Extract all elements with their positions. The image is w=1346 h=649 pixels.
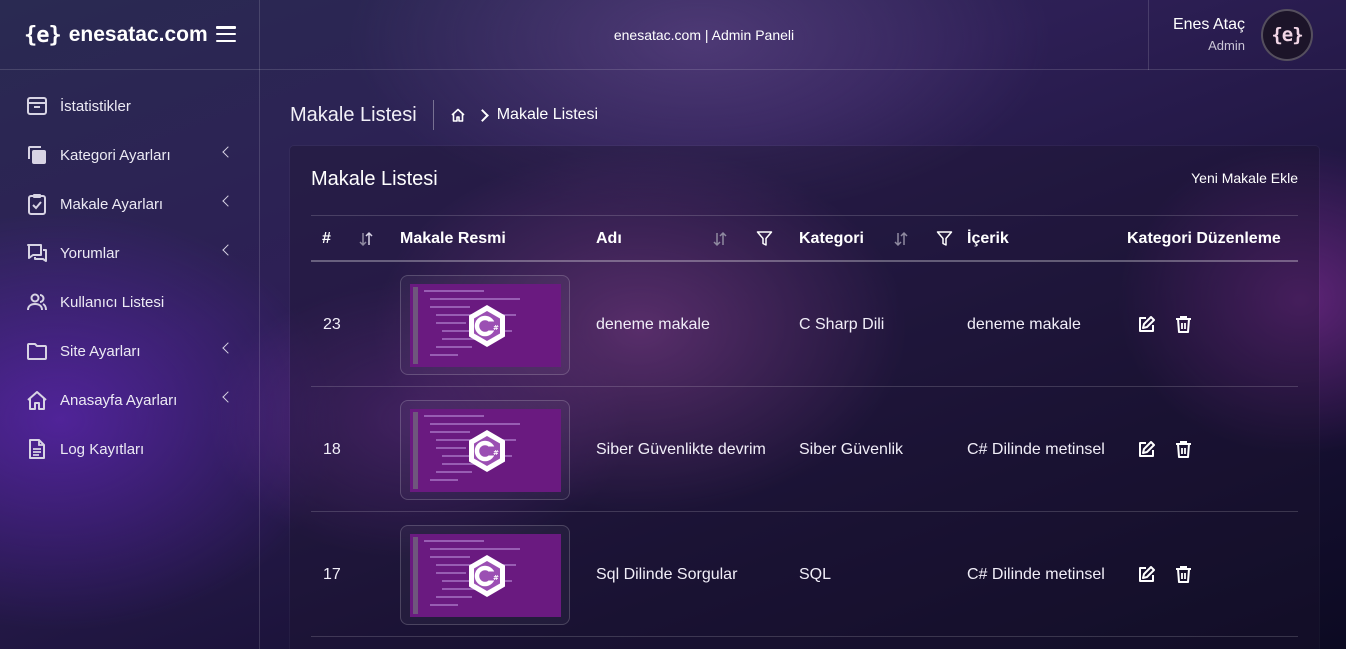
sidebar-item-yorumlar[interactable]: Yorumlar [26,238,236,268]
sidebar-item-anasayfa-ayarlari[interactable]: Anasayfa Ayarları [26,385,236,415]
sort-icon[interactable] [893,231,909,247]
cell-content: deneme makale [967,315,1081,333]
cell-category: SQL [799,565,832,583]
csharp-logo-icon: # [469,555,505,597]
chevron-left-icon [222,342,234,354]
breadcrumb-divider [432,100,434,130]
column-header-image: Makale Resmi [400,229,506,247]
user-menu[interactable]: Enes Ataç Admin {e} [1148,0,1346,70]
home-icon [26,389,48,411]
chevron-left-icon [222,195,234,207]
edit-icon[interactable] [1137,315,1156,334]
sidebar-item-log-kayitlari[interactable]: Log Kayıtları [26,434,236,464]
brand[interactable]: {e} enesatac.com [0,0,260,70]
cell-content: C# Dilinde metinsel [967,565,1105,583]
chat-icon [26,242,48,264]
svg-text:#: # [493,574,499,582]
table-header: # Makale Resmi Adı Kategori İçerik Kateg… [311,215,1298,262]
users-icon [26,291,48,313]
column-header-name[interactable]: Adı [596,216,622,261]
svg-text:#: # [493,449,499,457]
article-thumbnail: # [400,275,570,375]
column-header-id[interactable]: # [322,216,331,261]
inbox-icon [26,95,48,117]
sidebar-item-label: Site Ayarları [60,342,141,360]
sidebar-item-label: Kullanıcı Listesi [60,293,165,311]
delete-icon[interactable] [1174,315,1193,334]
column-header-content: İçerik [967,229,1009,247]
user-name: Enes Ataç [1172,16,1245,33]
table-row: 18 # Siber Güvenlikte devrim Siber Güven… [311,387,1298,512]
sidebar-item-makale-ayarlari[interactable]: Makale Ayarları [26,189,236,219]
avatar[interactable]: {e} [1261,9,1313,61]
page-title: Makale Listesi [290,103,417,126]
sidebar-item-label: Log Kayıtları [60,440,145,458]
cell-content: C# Dilinde metinsel [967,440,1105,458]
breadcrumb-current: Makale Listesi [496,106,599,123]
file-text-icon [26,438,48,460]
filter-icon[interactable] [936,230,953,247]
admin-panel-title: enesatac.com | Admin Paneli [613,27,795,43]
article-thumbnail: # [400,525,570,625]
clipboard-check-icon [26,193,48,215]
folder-icon [26,340,48,362]
article-list-card: Makale Listesi Yeni Makale Ekle # Makale… [290,146,1319,649]
csharp-logo-icon: # [469,305,505,347]
csharp-thumbnail-image: # [410,534,561,617]
sidebar-item-istatistikler[interactable]: İstatistikler [26,91,236,121]
sidebar-item-label: Yorumlar [60,244,120,262]
delete-icon[interactable] [1174,565,1193,584]
chevron-left-icon [222,391,234,403]
cell-id: 23 [323,315,341,333]
copy-icon [26,144,48,166]
edit-icon[interactable] [1137,440,1156,459]
cell-name: Sql Dilinde Sorgular [596,565,738,583]
delete-icon[interactable] [1174,440,1193,459]
cell-name: Siber Güvenlikte devrim [596,440,766,458]
sidebar-item-label: İstatistikler [60,97,131,115]
sidebar-item-kullanici-listesi[interactable]: Kullanıcı Listesi [26,287,236,317]
top-bar: {e} enesatac.com enesatac.com | Admin Pa… [0,0,1346,70]
cell-category: Siber Güvenlik [799,440,904,458]
sidebar-item-site-ayarlari[interactable]: Site Ayarları [26,336,236,366]
csharp-thumbnail-image: # [410,409,561,492]
menu-toggle-icon[interactable] [216,26,236,43]
csharp-thumbnail-image: # [410,284,561,367]
chevron-left-icon [222,146,234,158]
article-table: # Makale Resmi Adı Kategori İçerik Kateg… [311,215,1298,637]
chevron-right-icon [475,108,489,122]
chevron-left-icon [222,244,234,256]
sidebar-item-kategori-ayarlari[interactable]: Kategori Ayarları [26,140,236,170]
card-title: Makale Listesi [311,168,438,190]
table-row: 17 # Sql Dilinde Sorgular SQL C# Dilinde… [311,512,1298,637]
sidebar-item-label: Kategori Ayarları [60,146,171,164]
cell-id: 17 [323,565,341,583]
article-thumbnail: # [400,400,570,500]
breadcrumb: Makale Listesi Makale Listesi [290,100,598,130]
sidebar-item-label: Makale Ayarları [60,195,164,213]
svg-text:#: # [493,324,499,332]
cell-name: deneme makale [596,315,710,333]
home-icon[interactable] [450,107,466,123]
filter-icon[interactable] [756,230,773,247]
sidebar-item-label: Anasayfa Ayarları [60,391,178,409]
sidebar: İstatistikler Kategori Ayarları Makale A… [0,70,260,649]
column-header-category[interactable]: Kategori [799,216,864,261]
add-article-link[interactable]: Yeni Makale Ekle [1191,170,1298,186]
brand-logo-icon: {e} [24,22,62,48]
user-role: Admin [1208,38,1245,53]
edit-icon[interactable] [1137,565,1156,584]
cell-category: C Sharp Dili [799,315,885,333]
sort-icon[interactable] [712,231,728,247]
sort-icon[interactable] [358,231,374,247]
table-row: 23 # deneme makale C Sharp Dili deneme m… [311,262,1298,387]
cell-id: 18 [323,440,341,458]
column-header-actions: Kategori Düzenleme [1127,229,1281,247]
brand-name: enesatac.com [68,23,208,46]
csharp-logo-icon: # [469,430,505,472]
